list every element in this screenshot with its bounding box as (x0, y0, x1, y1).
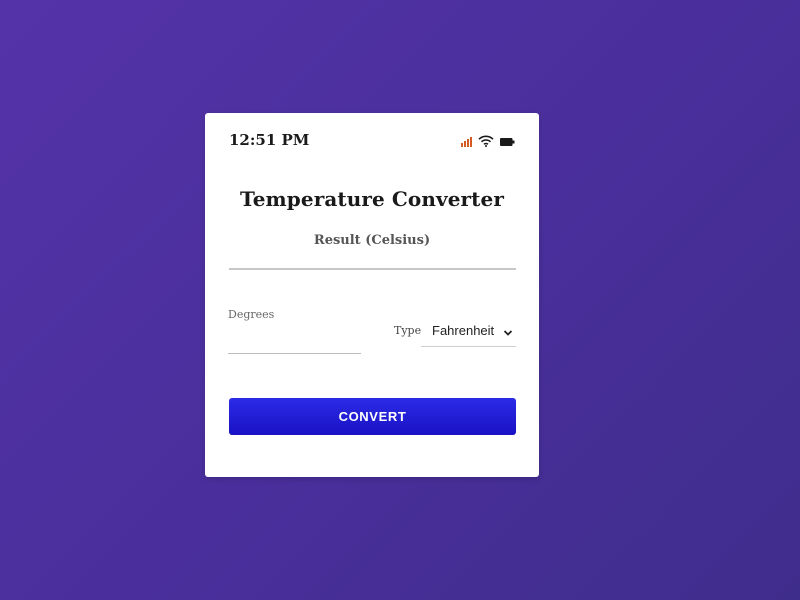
type-select[interactable]: Fahrenheit (421, 319, 516, 347)
wifi-icon (478, 135, 494, 147)
status-bar: 12:51 PM (229, 131, 515, 151)
result-label: Result (Celsius) (313, 233, 431, 248)
type-select-value: Fahrenheit (432, 323, 495, 338)
battery-icon (500, 137, 515, 147)
result-divider (229, 268, 516, 270)
signal-icon (461, 135, 472, 147)
chevron-down-icon (503, 325, 513, 340)
phone-card: 12:51 PM Temperature Converter Result (C… (205, 113, 539, 477)
degrees-input[interactable] (228, 325, 361, 354)
convert-button[interactable]: CONVERT (229, 398, 516, 435)
degrees-label: Degrees (228, 308, 275, 321)
page-title: Temperature Converter (240, 187, 504, 211)
status-time: 12:51 PM (229, 131, 310, 149)
status-icons (461, 133, 515, 147)
type-label: Type (394, 324, 422, 337)
